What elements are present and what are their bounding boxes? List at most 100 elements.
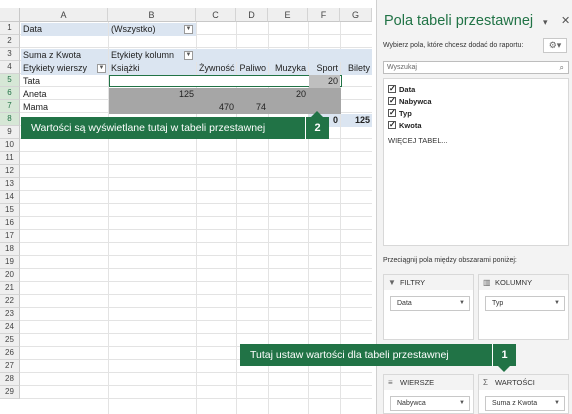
callout-number-1: 1 xyxy=(492,344,516,366)
checkbox-checked-icon[interactable] xyxy=(388,119,396,130)
gridline xyxy=(20,216,372,217)
row-header[interactable]: 13 xyxy=(0,178,20,191)
value-cell-mama-zywnosc[interactable]: 470 xyxy=(197,101,236,114)
checkbox-checked-icon[interactable] xyxy=(388,107,396,118)
row-labels-dropdown-icon[interactable]: ▼ xyxy=(97,64,106,73)
row-header[interactable]: 27 xyxy=(0,360,20,373)
row-header[interactable]: 15 xyxy=(0,204,20,217)
row-header[interactable]: 21 xyxy=(0,282,20,295)
column-header-c[interactable]: C xyxy=(196,8,236,22)
rows-area[interactable]: ≡ WIERSZE Nabywca ▼ xyxy=(383,374,474,414)
row-header[interactable]: 4 xyxy=(0,61,20,74)
column-labels-dropdown-icon[interactable]: ▼ xyxy=(184,51,193,60)
more-tables-link[interactable]: WIĘCEJ TABEL... xyxy=(388,136,448,145)
filter-icon: ▼ xyxy=(388,278,396,287)
row-header[interactable]: 29 xyxy=(0,386,20,399)
filters-area[interactable]: ▼ FILTRY Data ▼ xyxy=(383,274,474,340)
row-header[interactable]: 3 xyxy=(0,48,20,61)
field-list: Data Nabywca Typ Kwota WIĘCEJ TABEL... xyxy=(383,78,569,246)
row-pill-nabywca[interactable]: Nabywca ▼ xyxy=(390,396,470,411)
row-header[interactable]: 25 xyxy=(0,334,20,347)
row-header[interactable]: 9 xyxy=(0,126,20,139)
pane-options-chevron-icon[interactable]: ▾ xyxy=(543,17,548,28)
chevron-down-icon[interactable]: ▼ xyxy=(554,397,560,410)
row-header[interactable]: 28 xyxy=(0,373,20,386)
row-header[interactable]: 24 xyxy=(0,321,20,334)
field-item-typ[interactable]: Typ xyxy=(388,107,412,119)
column-header-e[interactable]: E xyxy=(268,8,308,22)
checkbox-checked-icon[interactable] xyxy=(388,95,396,106)
filter-dropdown-icon[interactable]: ▼ xyxy=(184,25,193,34)
field-item-data[interactable]: Data xyxy=(388,83,416,95)
row-name-aneta[interactable]: Aneta xyxy=(21,88,108,101)
value-cell-aneta-ksiazki[interactable]: 125 xyxy=(109,88,196,101)
category-header-zywnosc[interactable]: Żywność xyxy=(197,62,236,75)
field-label: Typ xyxy=(399,109,412,118)
column-pill-typ[interactable]: Typ ▼ xyxy=(485,296,565,311)
column-header-b[interactable]: B xyxy=(108,8,196,22)
value-pill-suma-kwota[interactable]: Suma z Kwota ▼ xyxy=(485,396,565,411)
row-header[interactable]: 22 xyxy=(0,295,20,308)
category-header-sport[interactable]: Sport xyxy=(309,62,340,75)
field-item-nabywca[interactable]: Nabywca xyxy=(388,95,432,107)
callout-arrow-down xyxy=(498,366,510,372)
row-header[interactable]: 26 xyxy=(0,347,20,360)
column-header-f[interactable]: F xyxy=(308,8,340,22)
gridline xyxy=(20,372,372,373)
row-header[interactable]: 14 xyxy=(0,191,20,204)
row-name-tata[interactable]: Tata xyxy=(21,75,108,88)
row-header[interactable]: 12 xyxy=(0,165,20,178)
column-header-d[interactable]: D xyxy=(236,8,268,22)
row-header[interactable]: 10 xyxy=(0,139,20,152)
gridline xyxy=(20,307,372,308)
column-header-g[interactable]: G xyxy=(340,8,372,22)
value-cell-tata-sport[interactable]: 20 xyxy=(309,75,340,88)
gridline xyxy=(20,385,372,386)
field-label: Data xyxy=(399,85,416,94)
value-cell-mama-paliwo[interactable]: 74 xyxy=(237,101,268,114)
row-header[interactable]: 11 xyxy=(0,152,20,165)
row-header[interactable]: 2 xyxy=(0,35,20,48)
checkbox-checked-icon[interactable] xyxy=(388,83,396,94)
row-header[interactable]: 8 xyxy=(0,113,20,126)
values-area[interactable]: Σ WARTOŚCI Suma z Kwota ▼ xyxy=(478,374,569,414)
row-header[interactable]: 18 xyxy=(0,243,20,256)
values-label-cell[interactable]: Suma z Kwota xyxy=(21,49,108,62)
row-header[interactable]: 16 xyxy=(0,217,20,230)
row-name-mama[interactable]: Mama xyxy=(21,101,108,114)
gear-icon[interactable]: ⚙▾ xyxy=(543,38,567,53)
selected-range[interactable] xyxy=(109,75,342,87)
chevron-down-icon[interactable]: ▼ xyxy=(459,297,465,310)
row-header[interactable]: 6 xyxy=(0,87,20,100)
filter-label-cell[interactable]: Data xyxy=(21,23,108,36)
category-header-muzyka[interactable]: Muzyka xyxy=(269,62,308,75)
chevron-down-icon[interactable]: ▼ xyxy=(554,297,560,310)
row-header[interactable]: 7 xyxy=(0,100,20,113)
field-item-kwota[interactable]: Kwota xyxy=(388,119,422,131)
row-labels-header-cell[interactable]: Etykiety wierszy xyxy=(21,62,108,75)
select-all-corner[interactable] xyxy=(0,8,20,22)
row-header[interactable]: 17 xyxy=(0,230,20,243)
filter-value-cell[interactable]: (Wszystko) xyxy=(109,23,196,36)
filter-pill-data[interactable]: Data ▼ xyxy=(390,296,470,311)
row-header[interactable]: 1 xyxy=(0,22,20,35)
gridline xyxy=(20,203,372,204)
row-header[interactable]: 5 xyxy=(0,74,20,87)
value-cell-aneta-muzyka[interactable]: 20 xyxy=(269,88,308,101)
columns-area[interactable]: ▥ KOLUMNY Typ ▼ xyxy=(478,274,569,340)
gridline xyxy=(20,255,372,256)
total-cell-bilety[interactable]: 125 xyxy=(341,114,372,127)
chevron-down-icon[interactable]: ▼ xyxy=(459,397,465,410)
pill-label: Suma z Kwota xyxy=(492,400,538,407)
category-header-bilety[interactable]: Bilety xyxy=(341,62,372,75)
areas-instruction: Przeciągnij pola między obszarami poniże… xyxy=(383,257,517,264)
close-icon[interactable]: ✕ xyxy=(561,14,570,27)
row-header[interactable]: 19 xyxy=(0,256,20,269)
category-header-ksiazki[interactable]: Książki xyxy=(109,62,196,75)
category-header-paliwo[interactable]: Paliwo xyxy=(237,62,268,75)
column-labels-header-cell[interactable]: Etykiety kolumn xyxy=(109,49,372,62)
search-input[interactable]: Wyszukaj ⌕ xyxy=(383,61,569,74)
column-header-a[interactable]: A xyxy=(20,8,108,22)
row-header[interactable]: 23 xyxy=(0,308,20,321)
row-header[interactable]: 20 xyxy=(0,269,20,282)
